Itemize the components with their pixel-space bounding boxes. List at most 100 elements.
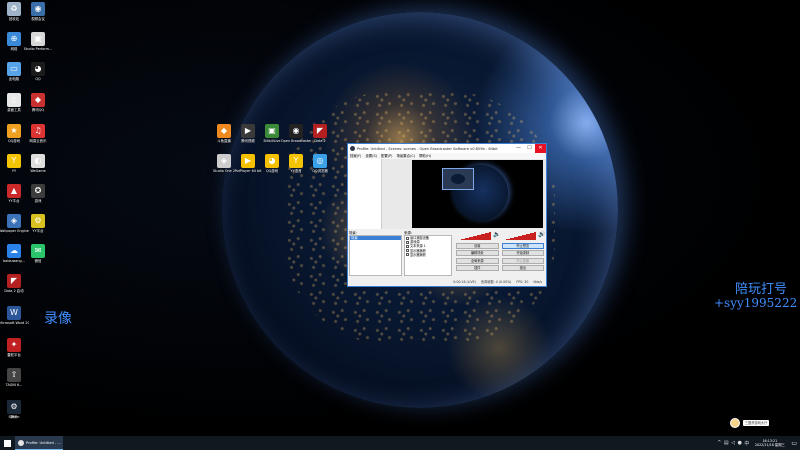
obs-statusbar: 0:00:16 (LIVE) 丢弃帧数: 0 (0.00%) FPS: 30 0kb/… bbox=[348, 279, 546, 286]
desktop-icon-cs[interactable]: ⚙ YY平台 bbox=[23, 214, 53, 233]
obs-button-4[interactable]: 全局来源 bbox=[456, 257, 499, 264]
bilibili-icon: ▣ bbox=[265, 124, 279, 138]
qq-game-icon: ★ bbox=[7, 124, 21, 138]
wallpaper-icon: ◈ bbox=[7, 214, 21, 228]
minimize-button[interactable]: — bbox=[513, 144, 524, 153]
scenes-panel: 场景: 场景 bbox=[348, 230, 403, 278]
taskbar-clock[interactable]: 16:13:21 2022/11/16 星期三 bbox=[755, 439, 785, 447]
maximize-button[interactable]: ☐ bbox=[524, 144, 535, 153]
desktop-icon-dota[interactable]: ◤ Dota 2 启动 bbox=[0, 274, 29, 293]
desktop-icon-wegame[interactable]: ◐ WeGame bbox=[23, 154, 53, 173]
music-icon: ♫ bbox=[31, 124, 45, 138]
clock-date: 2022/11/16 星期三 bbox=[754, 443, 785, 447]
recycle-bin-icon: ♻ bbox=[7, 2, 21, 16]
obs-preview-area bbox=[382, 159, 546, 229]
obs-status-item-0: 0:00:16 (LIVE) bbox=[453, 280, 476, 284]
game-icon: ◆ bbox=[31, 93, 45, 107]
baidu-icon: ☁ bbox=[7, 244, 21, 258]
desktop-icon-steam2[interactable]: ✪ 游戏 bbox=[23, 184, 53, 203]
obs-status-item-2: FPS: 30 bbox=[516, 280, 529, 284]
source-item[interactable]: 显示器捕获 bbox=[405, 253, 451, 257]
desktop-shortcut-label: Dota 2 bbox=[314, 139, 326, 143]
tray-network-icon[interactable]: ▤ bbox=[724, 440, 729, 446]
dota-icon: ◤ bbox=[7, 274, 21, 288]
dota-icon: ◤ bbox=[313, 124, 327, 138]
video-icon: ▶ bbox=[241, 124, 255, 138]
obs-button-3[interactable]: 开始录制 bbox=[501, 250, 544, 257]
obs-main-area bbox=[348, 159, 546, 229]
obs-button-5[interactable]: 停止直播 bbox=[501, 257, 544, 264]
obs-titlebar[interactable]: Profile: Untitled - Scenes: scenes - Ope… bbox=[348, 144, 546, 153]
obs-button-6[interactable]: 插件 bbox=[456, 265, 499, 272]
desktop-icon-label: Dota 2 启动 bbox=[4, 289, 24, 293]
penguin-icon: ◕ bbox=[31, 62, 45, 76]
widget-avatar[interactable] bbox=[730, 418, 740, 428]
desktop-icon-label: Steam bbox=[8, 415, 20, 419]
source-checkbox[interactable] bbox=[406, 236, 409, 240]
obs-control-area: 场景: 场景 来源: 窗口捕捉设备 游戏源 文本来源 1 显示器捕获 显示器捕获 🔈 🔊… bbox=[348, 230, 546, 278]
taskbar-obs-item[interactable]: Profile: Untitled - ... bbox=[15, 436, 63, 450]
yy-icon: Y bbox=[289, 154, 303, 168]
widget-bubble[interactable]: 三国杀游戏大厅 bbox=[743, 420, 770, 426]
tray-ime-icon[interactable]: 中 bbox=[744, 440, 749, 447]
sources-panel: 来源: 窗口捕捉设备 游戏源 文本来源 1 显示器捕获 显示器捕获 bbox=[403, 230, 453, 278]
potplayer-icon: ▶ bbox=[241, 154, 255, 168]
obs-preview[interactable] bbox=[412, 160, 543, 228]
sources-list[interactable]: 窗口捕捉设备 游戏源 文本来源 1 显示器捕获 显示器捕获 bbox=[404, 235, 452, 276]
preview-nested-window bbox=[442, 168, 474, 190]
scene-item[interactable]: 场景 bbox=[350, 236, 401, 240]
obs-window[interactable]: Profile: Untitled - Scenes: scenes - Ope… bbox=[347, 143, 547, 287]
desktop-icon-mk[interactable]: ◆ 腾讯QQ bbox=[23, 93, 53, 112]
obs-window-title: Profile: Untitled - Scenes: scenes - Ope… bbox=[357, 146, 498, 151]
network-globe-icon: ⊕ bbox=[7, 32, 21, 46]
desktop-icon-label: QQ bbox=[35, 77, 41, 81]
source-checkbox[interactable] bbox=[406, 240, 409, 244]
tray-volume-icon[interactable]: ◁ bbox=[731, 440, 735, 446]
qq-icon: ◕ bbox=[265, 154, 279, 168]
desktop-icon-tagin[interactable]: ⇧ TAGIN 6... bbox=[0, 368, 29, 387]
record-overlay-text: 录像 bbox=[44, 311, 72, 327]
close-button[interactable]: ✕ bbox=[535, 144, 546, 153]
obs-button-0[interactable]: 设置 bbox=[456, 243, 499, 249]
notification-icon[interactable]: ▭ bbox=[791, 440, 797, 447]
desktop-icon-studio[interactable]: ▣ Studio Perform... bbox=[23, 32, 53, 51]
mic-speaker-icon[interactable]: 🔊 bbox=[538, 231, 545, 238]
desktop-icon-steam[interactable]: ⚙ Steam bbox=[0, 400, 29, 419]
app-icon: ✪ bbox=[31, 184, 45, 198]
yy-icon: Y bbox=[7, 154, 21, 168]
start-button[interactable] bbox=[0, 436, 14, 450]
floating-widget[interactable]: 三国杀游戏大厅 bbox=[730, 418, 770, 428]
desktop-icon-mouse[interactable]: ✦ 雷蛇平台 bbox=[0, 338, 29, 357]
wechat-icon: ✉ bbox=[31, 244, 45, 258]
taskbar-obs-label: Profile: Untitled - ... bbox=[26, 440, 61, 445]
game-pad-icon: ▲ bbox=[7, 184, 21, 198]
obs-left-panel bbox=[348, 159, 382, 229]
desktop-icon-wired[interactable]: ◉ 视频会议 bbox=[23, 2, 53, 21]
desktop-icon-netease[interactable]: ♫ 网易云音乐 bbox=[23, 124, 53, 143]
studio-icon: ▣ bbox=[31, 32, 45, 46]
source-checkbox[interactable] bbox=[406, 245, 409, 248]
obs-task-icon bbox=[18, 439, 24, 446]
desktop-shortcut-9[interactable]: ◎ QQ浏览器 bbox=[305, 154, 335, 173]
tool-icon: ▯ bbox=[7, 93, 21, 107]
desktop-speaker-icon[interactable]: 🔈 bbox=[493, 231, 500, 238]
desktop-icon-bird[interactable]: ◕ QQ bbox=[23, 62, 53, 81]
windows-logo-icon bbox=[3, 439, 11, 447]
source-checkbox[interactable] bbox=[406, 249, 409, 253]
desktop-icon-label: 网易云音乐 bbox=[29, 139, 47, 143]
mic-audio-meter bbox=[506, 232, 536, 240]
desktop-icon-wechat[interactable]: ✉ 微信 bbox=[23, 244, 53, 263]
desktop-shortcut-4[interactable]: ◤ Dota 2 bbox=[305, 124, 335, 143]
scenes-list[interactable]: 场景 bbox=[349, 235, 402, 276]
desktop-icon-label: YY平台 bbox=[32, 229, 44, 233]
tray-app-icon[interactable]: ● bbox=[737, 440, 741, 446]
desktop-icon-word[interactable]: WMicrosoft Word 2016 bbox=[0, 306, 29, 325]
source-checkbox[interactable] bbox=[406, 253, 409, 257]
obs-button-1[interactable]: 停止预览 bbox=[501, 243, 544, 249]
desktop-icon-label: 腾讯QQ bbox=[31, 108, 45, 112]
obs-button-2[interactable]: 编辑场景 bbox=[456, 250, 499, 257]
obs-button-7[interactable]: 退出 bbox=[501, 265, 544, 272]
computer-icon: ▭ bbox=[7, 62, 21, 76]
desktop-icon-label: 雷蛇平台 bbox=[7, 353, 21, 357]
tray-chevron-icon[interactable]: ^ bbox=[717, 440, 721, 446]
